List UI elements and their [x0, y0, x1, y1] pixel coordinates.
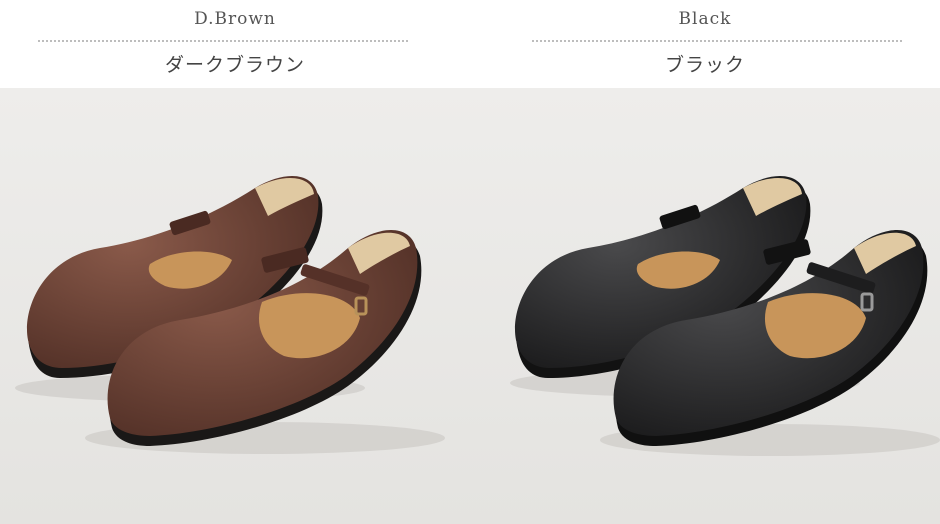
product-photo-brown — [0, 88, 470, 524]
variant-name-jp: ブラック — [664, 54, 745, 76]
variant-name-jp: ダークブラウン — [164, 54, 305, 76]
brown-tbar-shoes-photo — [0, 88, 470, 524]
dotted-divider — [532, 40, 902, 42]
variant-header: Black ブラック — [470, 0, 940, 88]
color-variants-panel: D.Brown ダークブラウン Black ブラック — [0, 0, 940, 524]
product-photo-black — [470, 88, 940, 524]
dotted-divider — [38, 40, 408, 42]
variant-name-en: Black — [678, 9, 732, 29]
variant-black: Black ブラック — [470, 0, 940, 524]
variant-dark-brown: D.Brown ダークブラウン — [0, 0, 470, 524]
variant-name-en: D.Brown — [194, 9, 276, 29]
black-tbar-shoes-photo — [470, 88, 940, 524]
variant-header: D.Brown ダークブラウン — [0, 0, 470, 88]
